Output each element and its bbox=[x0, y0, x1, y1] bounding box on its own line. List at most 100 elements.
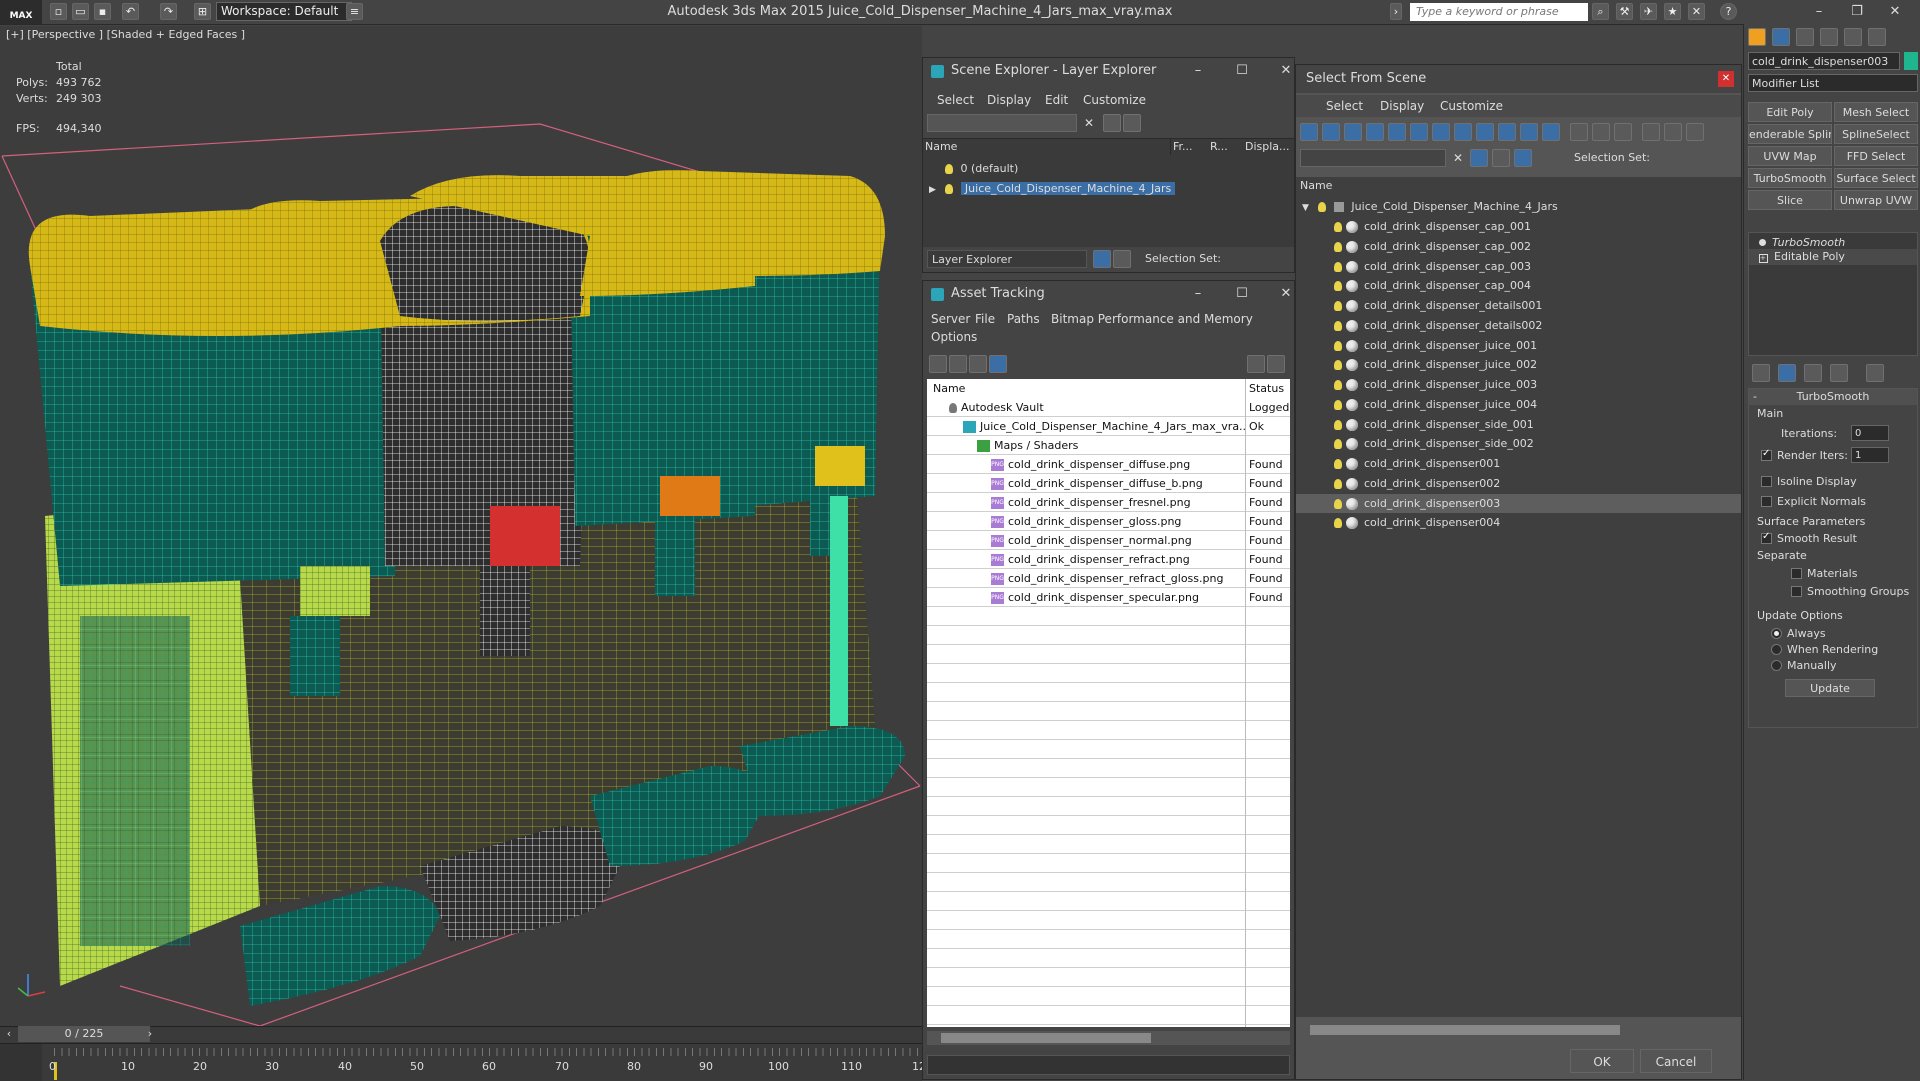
asset-row[interactable]: PNG cold_drink_dispenser_refract_gloss.pn… bbox=[927, 569, 1290, 588]
explicit-normals-checkbox[interactable]: Explicit Normals bbox=[1761, 495, 1866, 508]
mesh-select-button[interactable]: Mesh Select bbox=[1834, 102, 1918, 122]
filter-bones-icon[interactable] bbox=[1476, 123, 1494, 141]
refresh-icon[interactable] bbox=[929, 355, 947, 373]
visibility-icon[interactable] bbox=[1334, 518, 1342, 529]
menu-file[interactable]: File bbox=[975, 309, 995, 329]
minimize-button[interactable]: – bbox=[1800, 0, 1838, 24]
ffd-select-button[interactable]: FFD Select bbox=[1834, 146, 1918, 166]
column-status[interactable]: Status bbox=[1249, 379, 1284, 398]
motion-tab-icon[interactable] bbox=[1820, 28, 1838, 46]
visibility-icon[interactable] bbox=[1334, 261, 1342, 272]
utilities-tab-icon[interactable] bbox=[1868, 28, 1886, 46]
asset-row[interactable]: PNG cold_drink_dispenser_refract.png Found bbox=[927, 550, 1290, 569]
layer-visibility-icon[interactable] bbox=[945, 164, 953, 174]
select-invert-icon[interactable] bbox=[1614, 123, 1632, 141]
layer-row[interactable]: 0 (default) bbox=[923, 159, 1294, 178]
asset-row[interactable]: Maps / Shaders bbox=[927, 436, 1290, 455]
sfs-horizontal-scrollbar[interactable] bbox=[1296, 1023, 1741, 1037]
visibility-icon[interactable] bbox=[1334, 439, 1342, 450]
visibility-icon[interactable] bbox=[1334, 301, 1342, 311]
remove-modifier-icon[interactable] bbox=[1830, 364, 1848, 382]
make-unique-icon[interactable] bbox=[1804, 364, 1822, 382]
visibility-icon[interactable] bbox=[1334, 241, 1342, 252]
clear-search-icon[interactable]: ✕ bbox=[1450, 149, 1466, 167]
hierarchy-icon[interactable] bbox=[1514, 149, 1532, 167]
asset-row[interactable]: PNG cold_drink_dispenser_fresnel.png Found bbox=[927, 493, 1290, 512]
ok-button[interactable]: OK bbox=[1570, 1049, 1634, 1073]
when-rendering-radio[interactable]: When Rendering bbox=[1771, 643, 1878, 656]
filter-geometry-icon[interactable] bbox=[1300, 123, 1318, 141]
filter-funnel-icon[interactable] bbox=[1642, 123, 1660, 141]
edit-poly-button[interactable]: Edit Poly bbox=[1748, 102, 1832, 122]
menu-paths[interactable]: Paths bbox=[1007, 309, 1040, 329]
redo-icon[interactable]: ↷ bbox=[160, 3, 177, 20]
scene-object-row[interactable]: cold_drink_dispenser004 bbox=[1296, 513, 1741, 532]
materials-checkbox[interactable]: Materials bbox=[1791, 567, 1857, 580]
select-all-icon[interactable] bbox=[1570, 123, 1588, 141]
scene-object-row[interactable]: cold_drink_dispenser_cap_002 bbox=[1296, 237, 1741, 256]
visibility-icon[interactable] bbox=[1334, 459, 1342, 469]
surface-select-button[interactable]: Surface Select bbox=[1834, 168, 1918, 188]
scrollbar-thumb[interactable] bbox=[1310, 1025, 1620, 1035]
show-end-result-icon[interactable] bbox=[1778, 364, 1796, 382]
scene-object-row[interactable]: cold_drink_dispenser_side_002 bbox=[1296, 434, 1741, 453]
undo-icon[interactable]: ↶ bbox=[122, 3, 139, 20]
hierarchy-tab-icon[interactable] bbox=[1796, 28, 1814, 46]
filter-containers-icon[interactable] bbox=[1498, 123, 1516, 141]
scene-object-row[interactable]: cold_drink_dispenser_juice_001 bbox=[1296, 336, 1741, 355]
visibility-icon[interactable] bbox=[1334, 360, 1342, 371]
menu-options[interactable]: Options bbox=[931, 327, 977, 347]
iterations-spinner[interactable]: 0 bbox=[1851, 425, 1889, 441]
layer-visibility-icon[interactable] bbox=[945, 184, 954, 194]
render-iters-checkbox[interactable]: Render Iters: bbox=[1761, 448, 1848, 462]
communication-icon[interactable]: ✈ bbox=[1640, 3, 1657, 20]
asset-row[interactable]: PNG cold_drink_dispenser_specular.png Foun… bbox=[927, 588, 1290, 607]
column-name[interactable]: Name bbox=[1300, 177, 1332, 195]
object-color-swatch[interactable] bbox=[1904, 52, 1918, 70]
layers-icon[interactable] bbox=[1492, 149, 1510, 167]
column-render[interactable]: R... bbox=[1210, 139, 1240, 155]
favorites-icon[interactable]: ★ bbox=[1664, 3, 1681, 20]
table-view-icon[interactable] bbox=[989, 355, 1007, 373]
update-button[interactable]: Update bbox=[1785, 679, 1875, 697]
filter-shapes-icon[interactable] bbox=[1322, 123, 1340, 141]
stack-item-editable-poly[interactable]: + Editable Poly bbox=[1749, 249, 1917, 265]
layer-filter-icon[interactable] bbox=[1103, 114, 1121, 132]
object-name-input[interactable]: cold_drink_dispenser003 bbox=[1748, 52, 1900, 70]
rollout-title[interactable]: TurboSmooth bbox=[1749, 389, 1917, 405]
search-arrow-icon[interactable]: › bbox=[1390, 3, 1402, 20]
scene-object-row[interactable]: cold_drink_dispenser_cap_001 bbox=[1296, 217, 1741, 236]
asset-row[interactable]: PNG cold_drink_dispenser_diffuse_b.png Fou… bbox=[927, 474, 1290, 493]
smooth-result-checkbox[interactable]: Smooth Result bbox=[1761, 531, 1857, 545]
scene-object-row[interactable]: cold_drink_dispenser_juice_002 bbox=[1296, 355, 1741, 374]
next-frame-icon[interactable]: › bbox=[143, 1026, 157, 1042]
options-icon[interactable] bbox=[1686, 123, 1704, 141]
asset-row[interactable]: Juice_Cold_Dispenser_Machine_4_Jars_max_… bbox=[927, 417, 1290, 436]
visibility-icon[interactable] bbox=[1334, 399, 1342, 410]
filter-hidden-icon[interactable] bbox=[1542, 123, 1560, 141]
column-display[interactable]: Displa... bbox=[1245, 139, 1293, 155]
find-case-icon[interactable] bbox=[1470, 149, 1488, 167]
asset-horizontal-scrollbar[interactable] bbox=[927, 1031, 1290, 1045]
timeline-ruler[interactable]: 0 10 20 30 40 50 60 70 80 90 100 110 12 bbox=[0, 1043, 926, 1081]
workspace-dropdown[interactable]: Workspace: Default bbox=[216, 2, 352, 21]
filter-groups-icon[interactable] bbox=[1432, 123, 1450, 141]
help-icon[interactable]: ? bbox=[1720, 3, 1737, 20]
asset-row[interactable]: PNG cold_drink_dispenser_diffuse.png Found bbox=[927, 455, 1290, 474]
scene-object-row[interactable]: cold_drink_dispenser_cap_004 bbox=[1296, 276, 1741, 295]
scene-object-row[interactable]: cold_drink_dispenser_side_001 bbox=[1296, 415, 1741, 434]
expand-arrow-icon[interactable]: ▶ bbox=[929, 185, 936, 195]
select-none-icon[interactable] bbox=[1592, 123, 1610, 141]
visibility-icon[interactable] bbox=[1334, 478, 1342, 489]
column-name[interactable]: Name bbox=[925, 139, 1171, 155]
workspace-menu-icon[interactable]: ≡ bbox=[346, 3, 363, 20]
filter-frozen-icon[interactable] bbox=[1520, 123, 1538, 141]
open-file-icon[interactable]: ▭ bbox=[72, 3, 89, 20]
menu-select[interactable]: Select bbox=[937, 90, 974, 110]
visibility-icon[interactable] bbox=[1334, 281, 1342, 292]
scene-explorer-minimize[interactable]: – bbox=[1179, 58, 1217, 84]
visibility-icon[interactable] bbox=[1334, 419, 1342, 430]
save-icon[interactable]: ▪ bbox=[94, 3, 111, 20]
asset-tracking-maximize[interactable]: ☐ bbox=[1223, 281, 1261, 307]
help-icon[interactable] bbox=[1247, 355, 1265, 373]
